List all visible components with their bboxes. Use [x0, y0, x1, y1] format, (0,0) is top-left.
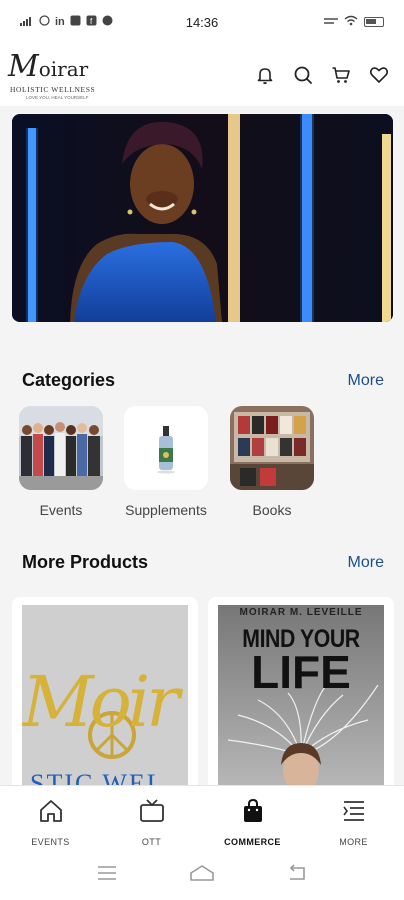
wifi-icon — [344, 15, 358, 29]
product-card[interactable]: MOIRAR M. LEVEILLE MIND YOUR LIFE — [208, 597, 394, 797]
nav-item-ott[interactable]: OTT — [101, 786, 202, 851]
cart-icon[interactable] — [330, 64, 352, 86]
nav-label: EVENTS — [31, 837, 70, 847]
app-header: Moirar HOLISTIC WELLNESS LOVE YOU, HEAL … — [0, 44, 404, 106]
category-supplements[interactable]: Supplements — [124, 406, 208, 518]
shopping-bag-icon — [240, 798, 266, 829]
logo-wordmark: Moirar — [8, 49, 88, 84]
product-author: MOIRAR M. LEVEILLE — [239, 607, 363, 618]
nav-label: COMMERCE — [224, 837, 281, 847]
nav-label: MORE — [339, 837, 368, 847]
product-card[interactable]: Moir STIC WEL — [12, 597, 198, 797]
categories-more-link[interactable]: More — [348, 372, 384, 390]
products-title: More Products — [22, 552, 149, 572]
logo-rest: oirar — [38, 57, 89, 81]
facebook-icon: f — [86, 15, 97, 29]
products-header: More Products More — [22, 552, 384, 573]
home-button-icon[interactable] — [189, 864, 215, 887]
product-image: Moir STIC WEL — [22, 605, 188, 797]
whatsapp-icon — [39, 15, 50, 29]
app-icon — [70, 15, 81, 29]
category-events[interactable]: Events — [19, 406, 103, 518]
status-bar: in f 14:36 — [0, 0, 404, 44]
logo-subtitle: HOLISTIC WELLNESS — [10, 85, 96, 94]
bell-icon[interactable] — [254, 64, 276, 86]
nav-item-more[interactable]: MORE — [303, 786, 404, 851]
brand-logo[interactable]: Moirar HOLISTIC WELLNESS LOVE YOU, HEAL … — [6, 47, 106, 103]
hero-banner[interactable] — [12, 114, 393, 322]
menu-icon — [341, 798, 367, 829]
nav-item-commerce[interactable]: COMMERCE — [202, 786, 303, 851]
battery-icon — [364, 17, 384, 27]
search-icon[interactable] — [292, 64, 314, 86]
status-left-icons: in f — [20, 15, 113, 29]
mail-icon — [102, 15, 113, 29]
recent-apps-icon[interactable] — [96, 865, 118, 886]
categories-header: Categories More — [22, 370, 384, 391]
status-right-icons — [324, 15, 384, 29]
data-speed-icon — [324, 16, 338, 29]
category-label: Books — [252, 502, 292, 518]
heart-icon[interactable] — [368, 64, 390, 86]
logo-tagline: LOVE YOU, HEAL YOURSELF — [26, 95, 89, 100]
header-actions — [254, 64, 390, 86]
back-icon[interactable] — [286, 864, 308, 887]
nav-item-events[interactable]: EVENTS — [0, 786, 101, 851]
product-title-line2: LIFE — [251, 646, 351, 698]
category-label: Supplements — [125, 502, 207, 518]
category-label: Events — [39, 502, 83, 518]
category-supplements-image — [124, 406, 208, 490]
category-books[interactable]: Books — [230, 406, 314, 518]
linkedin-icon: in — [55, 16, 65, 28]
tv-icon — [139, 798, 165, 829]
products-more-link[interactable]: More — [348, 554, 384, 572]
product-logo-text: Moir — [22, 661, 180, 743]
bottom-navigation: EVENTS OTT COMMERCE MORE — [0, 785, 404, 851]
logo-letter: M — [8, 49, 39, 84]
signal-icon — [20, 16, 34, 29]
product-image: MOIRAR M. LEVEILLE MIND YOUR LIFE — [218, 605, 384, 797]
category-books-image — [230, 406, 314, 490]
nav-label: OTT — [141, 837, 162, 847]
category-events-image — [19, 406, 103, 490]
categories-title: Categories — [22, 370, 116, 390]
home-icon — [38, 798, 64, 829]
system-navigation — [0, 851, 404, 900]
hero-image — [12, 114, 393, 322]
